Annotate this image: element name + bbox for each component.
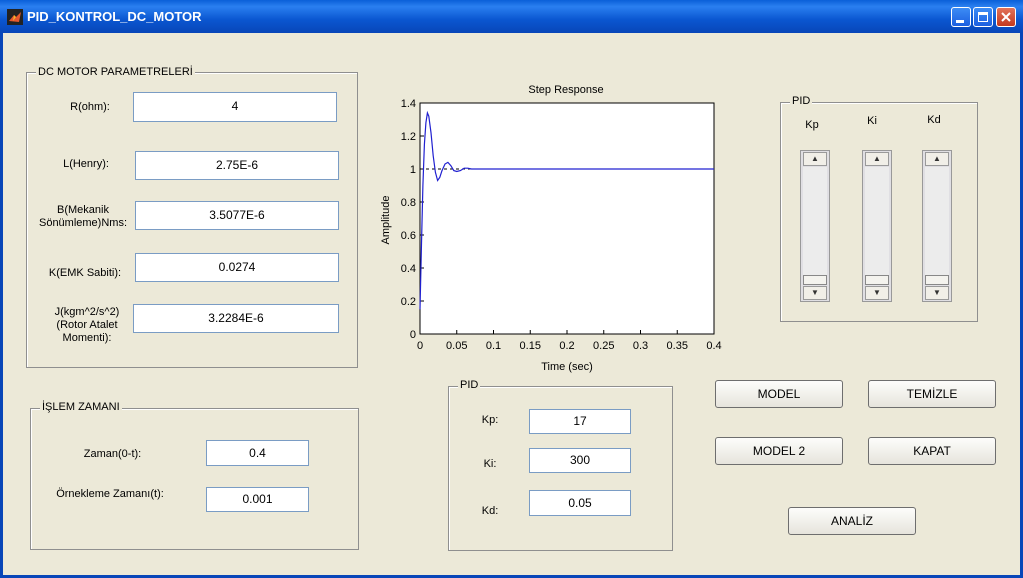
chart-title: Step Response: [528, 84, 603, 96]
kp-slider-up-arrow-icon[interactable]: ▲: [803, 152, 827, 166]
window-title: PID_KONTROL_DC_MOTOR: [27, 9, 202, 24]
close-icon: [1001, 12, 1011, 22]
y-tick-label: 1.4: [401, 98, 416, 110]
title-bar: PID_KONTROL_DC_MOTOR: [0, 0, 1023, 33]
ki-label: Ki:: [483, 458, 497, 470]
y-axis-label: Amplitude: [380, 196, 392, 245]
kp-input[interactable]: 17: [529, 409, 631, 434]
kp-slider-track[interactable]: [803, 167, 827, 285]
y-tick-label: 0.6: [401, 230, 416, 242]
ki-slider-down-arrow-icon[interactable]: ▼: [865, 286, 889, 300]
x-tick-label: 0.35: [667, 340, 688, 352]
kp-slider-label: Kp: [805, 119, 819, 131]
k-input[interactable]: 0.0274: [135, 253, 339, 282]
b-input[interactable]: 3.5077E-6: [135, 201, 339, 230]
kd-label: Kd:: [481, 505, 499, 517]
y-tick-label: 1: [410, 164, 416, 176]
l-input[interactable]: 2.75E-6: [135, 151, 339, 180]
x-tick-label: 0: [417, 340, 423, 352]
x-tick-label: 0.1: [486, 340, 501, 352]
sample-time-input[interactable]: 0.001: [206, 487, 309, 512]
kp-label: Kp:: [481, 414, 499, 426]
maximize-button[interactable]: [973, 7, 993, 27]
j-label: J(kgm^2/s^2) (Rotor Atalet Momenti):: [54, 306, 120, 344]
y-tick-label: 0.8: [401, 197, 416, 209]
kp-slider-thumb[interactable]: [803, 275, 827, 285]
ki-slider[interactable]: ▲ ▼: [862, 150, 892, 302]
j-input[interactable]: 3.2284E-6: [133, 304, 339, 333]
motor-params-legend: DC MOTOR PARAMETRELERİ: [36, 66, 195, 78]
minimize-icon: [956, 20, 964, 23]
pid-sliders-legend: PID: [790, 95, 813, 107]
kd-slider-thumb[interactable]: [925, 275, 949, 285]
x-tick-label: 0.2: [559, 340, 574, 352]
y-tick-label: 1.2: [401, 131, 416, 143]
x-axis-label: Time (sec): [541, 361, 593, 373]
ki-slider-track[interactable]: [865, 167, 889, 285]
kd-slider-label: Kd: [927, 114, 941, 126]
minimize-button[interactable]: [951, 7, 971, 27]
pid-inputs-legend: PID: [458, 379, 481, 391]
kp-slider-down-arrow-icon[interactable]: ▼: [803, 286, 827, 300]
plot-area: [419, 102, 715, 335]
l-label: L(Henry):: [63, 158, 109, 170]
y-tick-label: 0.2: [401, 296, 416, 308]
b-label: B(Mekanik Sönümleme)Nms:: [38, 204, 128, 229]
time-panel: [30, 408, 359, 550]
close-button[interactable]: [996, 7, 1016, 27]
model-button[interactable]: MODEL: [715, 380, 843, 408]
analyze-button[interactable]: ANALİZ: [788, 507, 916, 535]
time-label: Zaman(0-t):: [83, 448, 142, 460]
matlab-logo-icon: [7, 9, 23, 25]
kd-slider[interactable]: ▲ ▼: [922, 150, 952, 302]
time-input[interactable]: 0.4: [206, 440, 309, 466]
ki-slider-label: Ki: [867, 115, 877, 127]
kd-slider-up-arrow-icon[interactable]: ▲: [925, 152, 949, 166]
kd-slider-track[interactable]: [925, 167, 949, 285]
x-tick-label: 0.15: [520, 340, 541, 352]
step-response-chart: Step Response 0 0.05 0.1 0.15 0.2 0.25 0.3 0.35…: [380, 84, 722, 373]
kd-input[interactable]: 0.05: [529, 490, 631, 516]
ki-input[interactable]: 300: [529, 448, 631, 473]
time-panel-legend: İŞLEM ZAMANI: [40, 401, 122, 413]
ki-slider-up-arrow-icon[interactable]: ▲: [865, 152, 889, 166]
k-label: K(EMK Sabiti):: [48, 267, 122, 279]
kp-slider[interactable]: ▲ ▼: [800, 150, 830, 302]
y-tick-label: 0.4: [401, 263, 416, 275]
r-label: R(ohm):: [70, 101, 110, 113]
sample-time-label: Örnekleme Zamanı(t):: [56, 488, 164, 500]
x-tick-label: 0.3: [633, 340, 648, 352]
clear-button[interactable]: TEMİZLE: [868, 380, 996, 408]
kd-slider-down-arrow-icon[interactable]: ▼: [925, 286, 949, 300]
ki-slider-thumb[interactable]: [865, 275, 889, 285]
model2-button[interactable]: MODEL 2: [715, 437, 843, 465]
r-input[interactable]: 4: [133, 92, 337, 122]
x-tick-label: 0.25: [593, 340, 614, 352]
close-app-button[interactable]: KAPAT: [868, 437, 996, 465]
x-tick-label: 0.05: [446, 340, 467, 352]
x-tick-label: 0.4: [706, 340, 721, 352]
y-tick-label: 0: [410, 329, 416, 341]
maximize-icon: [978, 12, 988, 22]
